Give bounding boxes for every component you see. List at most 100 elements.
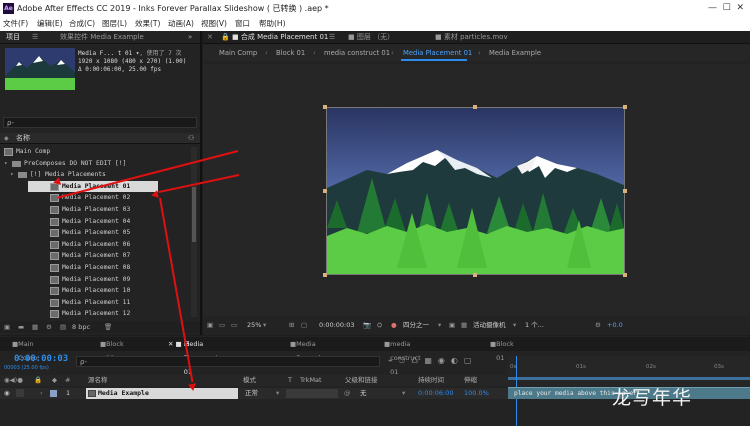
layer-stretch[interactable]: 100.0% (464, 388, 489, 399)
tab-block-01[interactable]: ■ Block 01 (490, 337, 514, 362)
views-dropdown[interactable]: 1 个... (525, 318, 544, 333)
resolution-dropdown[interactable]: 四分之一 (403, 318, 429, 333)
menu-effect[interactable]: 效果(T) (135, 17, 160, 31)
stretch-header[interactable]: 伸缩 (464, 375, 477, 386)
menu-animation[interactable]: 动画(A) (168, 17, 194, 31)
transform-handle[interactable] (323, 189, 327, 193)
menu-edit[interactable]: 编辑(E) (37, 17, 63, 31)
composition-frame[interactable] (326, 107, 625, 275)
breadcrumb-main-comp[interactable]: Main Comp (219, 45, 257, 61)
panel-overflow-icon[interactable]: » (188, 31, 192, 44)
trkmat-header[interactable]: TrkMat (300, 375, 322, 386)
color-channel-icon[interactable]: ● (391, 318, 397, 333)
tab-media-construct[interactable]: ■ media construct 01 (384, 337, 421, 376)
transform-handle[interactable] (623, 189, 627, 193)
tab-layer[interactable]: ■ 图层 （无） (348, 31, 394, 44)
chevron-down-icon[interactable]: ▾ (4, 158, 8, 170)
tab-media-example[interactable]: ■ Media Example (290, 337, 324, 362)
project-search-input[interactable]: ρ- (3, 117, 197, 128)
grid-icon[interactable]: ⊞ (289, 318, 294, 333)
timeline-timecode[interactable]: 0:00:00:03 (14, 354, 68, 364)
lock-icon[interactable]: 🔒 (221, 31, 230, 44)
pickwhip-icon[interactable]: @ (344, 388, 351, 399)
tab-main-comp[interactable]: ■ Main Comp (12, 337, 37, 362)
timeline-search-input[interactable]: ρ- (76, 356, 380, 367)
breadcrumb-media-construct[interactable]: media construct 01 (324, 45, 390, 61)
display-icon[interactable]: ▭ (231, 318, 237, 333)
duration-header[interactable]: 持续时间 (418, 375, 444, 386)
breadcrumb-separator: ‹ (391, 49, 394, 57)
layer-row[interactable]: ◉ › 1 Media Example 正常 ▾ @ 无 ▾ 0:00:06:0… (0, 388, 508, 399)
menu-file[interactable]: 文件(F) (3, 17, 28, 31)
reset-exposure-icon[interactable]: ⚙ (595, 318, 601, 333)
zoom-dropdown[interactable]: 25% (247, 318, 261, 333)
project-comp-item[interactable]: Main Comp (0, 146, 190, 158)
layer-name[interactable]: Media Example (86, 388, 238, 399)
transform-handle[interactable] (473, 273, 477, 277)
project-comp-item[interactable]: Media Placement 10 (0, 285, 190, 297)
roi-icon[interactable]: ▣ (449, 318, 455, 333)
camera-dropdown[interactable]: 活动摄像机 (473, 318, 506, 333)
project-comp-item[interactable]: Media Placement 06 (0, 239, 190, 251)
show-snapshot-icon[interactable]: ⛭ (377, 318, 382, 333)
name-column-header[interactable]: 名称 (16, 133, 30, 144)
window-controls[interactable]: — ☐ ✕ (708, 0, 744, 17)
mask-view-icon[interactable]: ▭ (219, 318, 225, 333)
tab-footage-label: 素材 particles.mov (443, 33, 508, 41)
transform-handle[interactable] (623, 105, 627, 109)
mode-header[interactable]: 模式 (243, 375, 256, 386)
audio-toggle[interactable] (16, 389, 24, 397)
layer-duration[interactable]: 0:00:06:00 (418, 388, 454, 399)
source-name-header[interactable]: 源名称 (88, 375, 108, 386)
layer-mode-dropdown[interactable]: 正常 (245, 388, 258, 399)
transform-handle[interactable] (323, 105, 327, 109)
menu-composition[interactable]: 合成(C) (69, 17, 95, 31)
project-comp-item[interactable]: Media Placement 07 (0, 250, 190, 262)
breadcrumb: Main Comp ‹ Block 01 ‹ media construct 0… (203, 45, 750, 61)
transparency-grid-icon[interactable]: ▦ (461, 318, 467, 333)
parent-dropdown[interactable]: 无 (360, 388, 367, 399)
chevron-down-icon[interactable]: ▾ (10, 169, 14, 181)
tab-block-19[interactable]: ■ Block 19 (100, 337, 124, 362)
transform-handle[interactable] (323, 273, 327, 277)
project-comp-item[interactable]: Media Placement 09 (0, 274, 190, 286)
tab-composition[interactable]: ■ 合成 Media Placement 01 (232, 31, 328, 44)
close-icon[interactable]: ✕ (207, 31, 213, 44)
preview-duration: Δ 0:00:06:00, 25.00 fps (78, 66, 162, 73)
tab-footage[interactable]: ■ 素材 particles.mov (435, 31, 508, 44)
exposure-value[interactable]: +0.0 (607, 318, 623, 333)
breadcrumb-block-01[interactable]: Block 01 (276, 45, 305, 61)
menu-bar: 文件(F) 编辑(E) 合成(C) 图层(L) 效果(T) 动画(A) 视图(V… (0, 17, 750, 31)
project-folder-item[interactable]: ▾ PreComposes DO NOT EDIT [!] (0, 158, 190, 170)
transform-handle[interactable] (473, 105, 477, 109)
region-icon[interactable]: ▢ (301, 318, 307, 333)
comp-layer-icon (88, 390, 96, 397)
viewer-timecode[interactable]: 0:00:00:03 (319, 318, 355, 333)
project-item-label: Media Placement 07 (62, 252, 131, 260)
snapshot-icon[interactable]: 📷 (363, 318, 371, 333)
label-color-swatch[interactable] (50, 390, 57, 397)
visibility-icon[interactable]: ◉ (4, 388, 10, 399)
project-comp-item[interactable]: Media Placement 08 (0, 262, 190, 274)
tab-effect-controls[interactable]: 效果控件 Media Example (60, 31, 144, 44)
expand-chevron-icon[interactable]: › (40, 388, 43, 399)
menu-layer[interactable]: 图层(L) (102, 17, 127, 31)
work-area-bar[interactable] (508, 377, 750, 380)
project-comp-item[interactable]: Media Placement 12 (0, 308, 190, 320)
transform-handle[interactable] (623, 273, 627, 277)
trkmat-dropdown[interactable] (286, 389, 338, 398)
parent-header[interactable]: 父级和链接 (345, 375, 378, 386)
project-comp-item[interactable]: Media Placement 05 (0, 227, 190, 239)
tab-project[interactable]: 项目 (6, 31, 20, 44)
timeline-switches-icons[interactable]: ⌁⎋♺▦◉◐▢ (388, 356, 477, 366)
breadcrumb-media-example[interactable]: Media Example (489, 45, 541, 61)
time-ruler[interactable]: 0s 01s 02s 03s (508, 356, 750, 426)
project-comp-item[interactable]: Media Placement 11 (0, 297, 190, 309)
panel-menu-icon[interactable]: ☰ (32, 31, 38, 44)
menu-window[interactable]: 窗口 (235, 17, 250, 31)
menu-view[interactable]: 视图(V) (201, 17, 227, 31)
breadcrumb-active-underline (401, 59, 467, 61)
viewer-menu-icon[interactable]: ☰ (329, 31, 335, 44)
always-preview-icon[interactable]: ▣ (207, 318, 213, 333)
menu-help[interactable]: 帮助(H) (259, 17, 286, 31)
